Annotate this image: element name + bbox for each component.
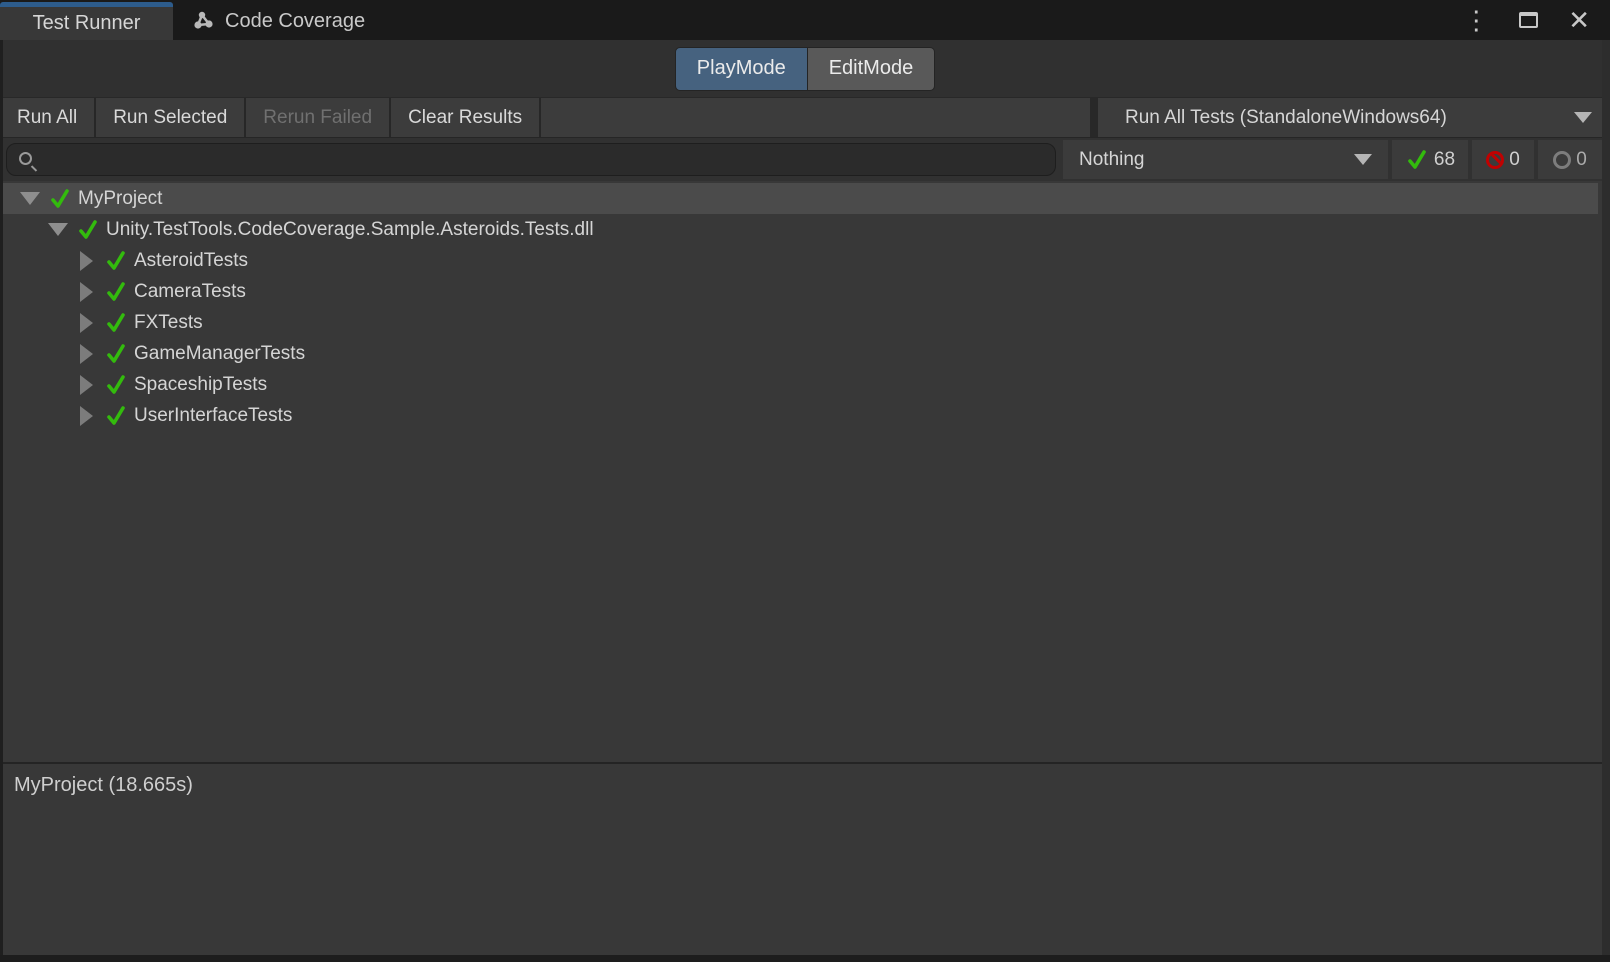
run-all-button[interactable]: Run All — [0, 98, 96, 137]
pass-check-icon — [104, 249, 134, 273]
triangle-right-icon — [80, 282, 93, 302]
passed-count: 68 — [1434, 149, 1455, 171]
pass-check-icon — [48, 187, 78, 211]
pass-check-icon — [104, 404, 134, 428]
toolbar-spacer — [541, 98, 1090, 137]
pass-check-icon — [104, 373, 134, 397]
triangle-right-icon — [80, 406, 93, 426]
fail-banned-icon — [1486, 151, 1504, 169]
triangle-down-icon — [20, 192, 40, 205]
chevron-down-icon — [1354, 154, 1372, 165]
tab-test-runner[interactable]: Test Runner — [0, 2, 173, 40]
tree-row[interactable]: CameraTests — [0, 276, 1610, 307]
tree-row-label: UserInterfaceTests — [134, 405, 292, 427]
mode-toggle-row: PlayMode EditMode — [0, 40, 1610, 97]
chevron-down-icon — [1574, 112, 1592, 123]
expander[interactable] — [76, 251, 104, 271]
run-target-dropdown[interactable]: Run All Tests (StandaloneWindows64) — [1098, 98, 1610, 137]
triangle-right-icon — [80, 251, 93, 271]
window-menu-icon[interactable]: ⋮ — [1463, 10, 1489, 30]
test-runner-window: Test Runner Code Coverage ⋮ ✕ PlayMode — [0, 0, 1610, 962]
window-border-right — [1602, 40, 1610, 962]
pass-check-icon — [1405, 148, 1429, 172]
tree-row[interactable]: SpaceshipTests — [0, 369, 1610, 400]
expander[interactable] — [20, 192, 48, 205]
playmode-tab[interactable]: PlayMode — [675, 47, 808, 91]
tree-row[interactable]: GameManagerTests — [0, 338, 1610, 369]
tree-row-label: CameraTests — [134, 281, 246, 303]
run-target-label: Run All Tests (StandaloneWindows64) — [1125, 107, 1447, 129]
result-details-panel[interactable]: MyProject (18.665s) — [0, 764, 1610, 962]
expander[interactable] — [76, 313, 104, 333]
tab-bar: Test Runner Code Coverage ⋮ ✕ — [0, 0, 1610, 40]
skipped-count: 0 — [1576, 149, 1587, 171]
expander[interactable] — [76, 344, 104, 364]
expander[interactable] — [76, 282, 104, 302]
pass-check-icon — [104, 311, 134, 335]
maximize-icon[interactable] — [1519, 12, 1538, 28]
failed-count-toggle[interactable]: 0 — [1472, 140, 1534, 179]
filter-category-value: Nothing — [1079, 149, 1145, 171]
tree-row-label: SpaceshipTests — [134, 374, 267, 396]
tree-row-label: AsteroidTests — [134, 250, 248, 272]
skip-circle-icon — [1553, 151, 1571, 169]
test-tree: MyProject Unity.TestTools.CodeCoverage.S… — [0, 181, 1610, 762]
window-border-left — [0, 40, 3, 962]
toolbar-separator — [1090, 98, 1098, 137]
search-icon — [19, 152, 32, 165]
passed-count-toggle[interactable]: 68 — [1392, 140, 1468, 179]
failed-count: 0 — [1509, 149, 1520, 171]
tree-row[interactable]: FXTests — [0, 307, 1610, 338]
expander[interactable] — [48, 223, 76, 236]
search-field[interactable] — [6, 143, 1056, 176]
run-selected-button[interactable]: Run Selected — [96, 98, 246, 137]
triangle-right-icon — [80, 313, 93, 333]
pass-check-icon — [76, 218, 106, 242]
window-controls: ⋮ ✕ — [1463, 0, 1610, 40]
triangle-down-icon — [48, 223, 68, 236]
tree-row-label: MyProject — [78, 188, 162, 210]
tab-code-coverage[interactable]: Code Coverage — [173, 2, 393, 40]
triangle-right-icon — [80, 344, 93, 364]
expander[interactable] — [76, 406, 104, 426]
tree-row[interactable]: Unity.TestTools.CodeCoverage.Sample.Aste… — [0, 214, 1610, 245]
skipped-count-toggle[interactable]: 0 — [1538, 140, 1602, 179]
status-text: MyProject (18.665s) — [14, 774, 1596, 797]
tree-row[interactable]: UserInterfaceTests — [0, 400, 1610, 431]
tab-test-runner-label: Test Runner — [33, 12, 141, 35]
tab-code-coverage-label: Code Coverage — [225, 10, 365, 33]
close-icon[interactable]: ✕ — [1568, 10, 1590, 30]
editmode-tab[interactable]: EditMode — [808, 47, 936, 91]
window-border-bottom — [0, 955, 1610, 962]
search-input[interactable] — [42, 144, 1055, 175]
tree-row-label: GameManagerTests — [134, 343, 305, 365]
toolbar: Run All Run Selected Rerun Failed Clear … — [0, 97, 1610, 138]
tree-row[interactable]: MyProject — [0, 183, 1598, 214]
filter-row: Nothing 68 0 0 — [0, 138, 1610, 181]
filter-category-dropdown[interactable]: Nothing — [1063, 140, 1388, 179]
expander[interactable] — [76, 375, 104, 395]
rerun-failed-button: Rerun Failed — [246, 98, 391, 137]
triangle-right-icon — [80, 375, 93, 395]
pass-check-icon — [104, 280, 134, 304]
tree-row-label: Unity.TestTools.CodeCoverage.Sample.Aste… — [106, 219, 594, 241]
pass-check-icon — [104, 342, 134, 366]
clear-results-button[interactable]: Clear Results — [391, 98, 541, 137]
tree-row-label: FXTests — [134, 312, 203, 334]
code-coverage-icon — [193, 10, 215, 32]
tree-row[interactable]: AsteroidTests — [0, 245, 1610, 276]
